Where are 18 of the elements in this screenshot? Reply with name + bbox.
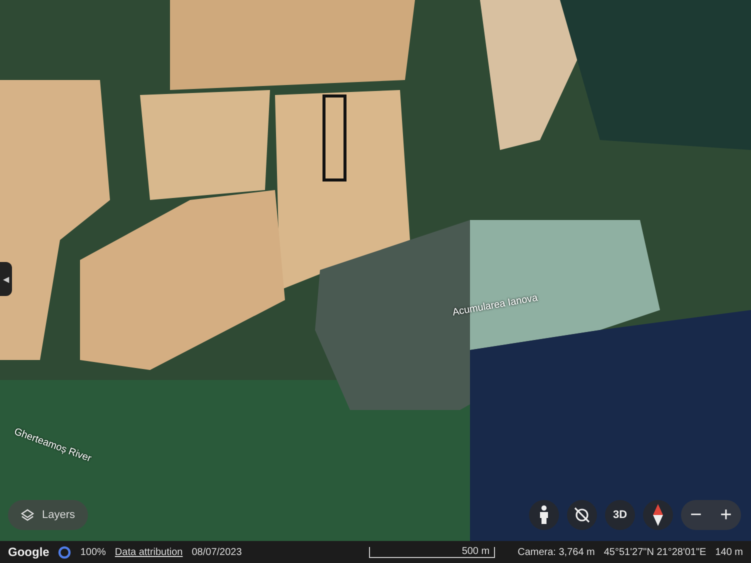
person-icon (538, 505, 550, 525)
map-label: Acumularea Ianova (452, 292, 538, 318)
imagery-date: 08/07/2023 (192, 546, 242, 558)
coordinates: 45°51'27"N 21°28'01"E (604, 546, 706, 558)
logo: Google (8, 545, 50, 559)
compass-icon (653, 504, 663, 526)
zoom-in-button[interactable]: + (711, 500, 741, 530)
side-panel-toggle[interactable]: ◀ (0, 262, 12, 296)
loading-percent: 100% (80, 546, 106, 558)
layers-icon (21, 508, 34, 522)
scale-bar: 500 m (368, 546, 495, 558)
zoom-out-button[interactable]: − (681, 500, 711, 530)
layers-button[interactable]: Layers (8, 500, 88, 530)
rotate-icon (573, 506, 591, 524)
loading-ring-icon (58, 546, 72, 558)
camera-altitude: Camera: 3,764 m (518, 546, 595, 558)
data-attribution-link[interactable]: Data attribution (114, 546, 183, 558)
elevation: 140 m (715, 546, 743, 558)
